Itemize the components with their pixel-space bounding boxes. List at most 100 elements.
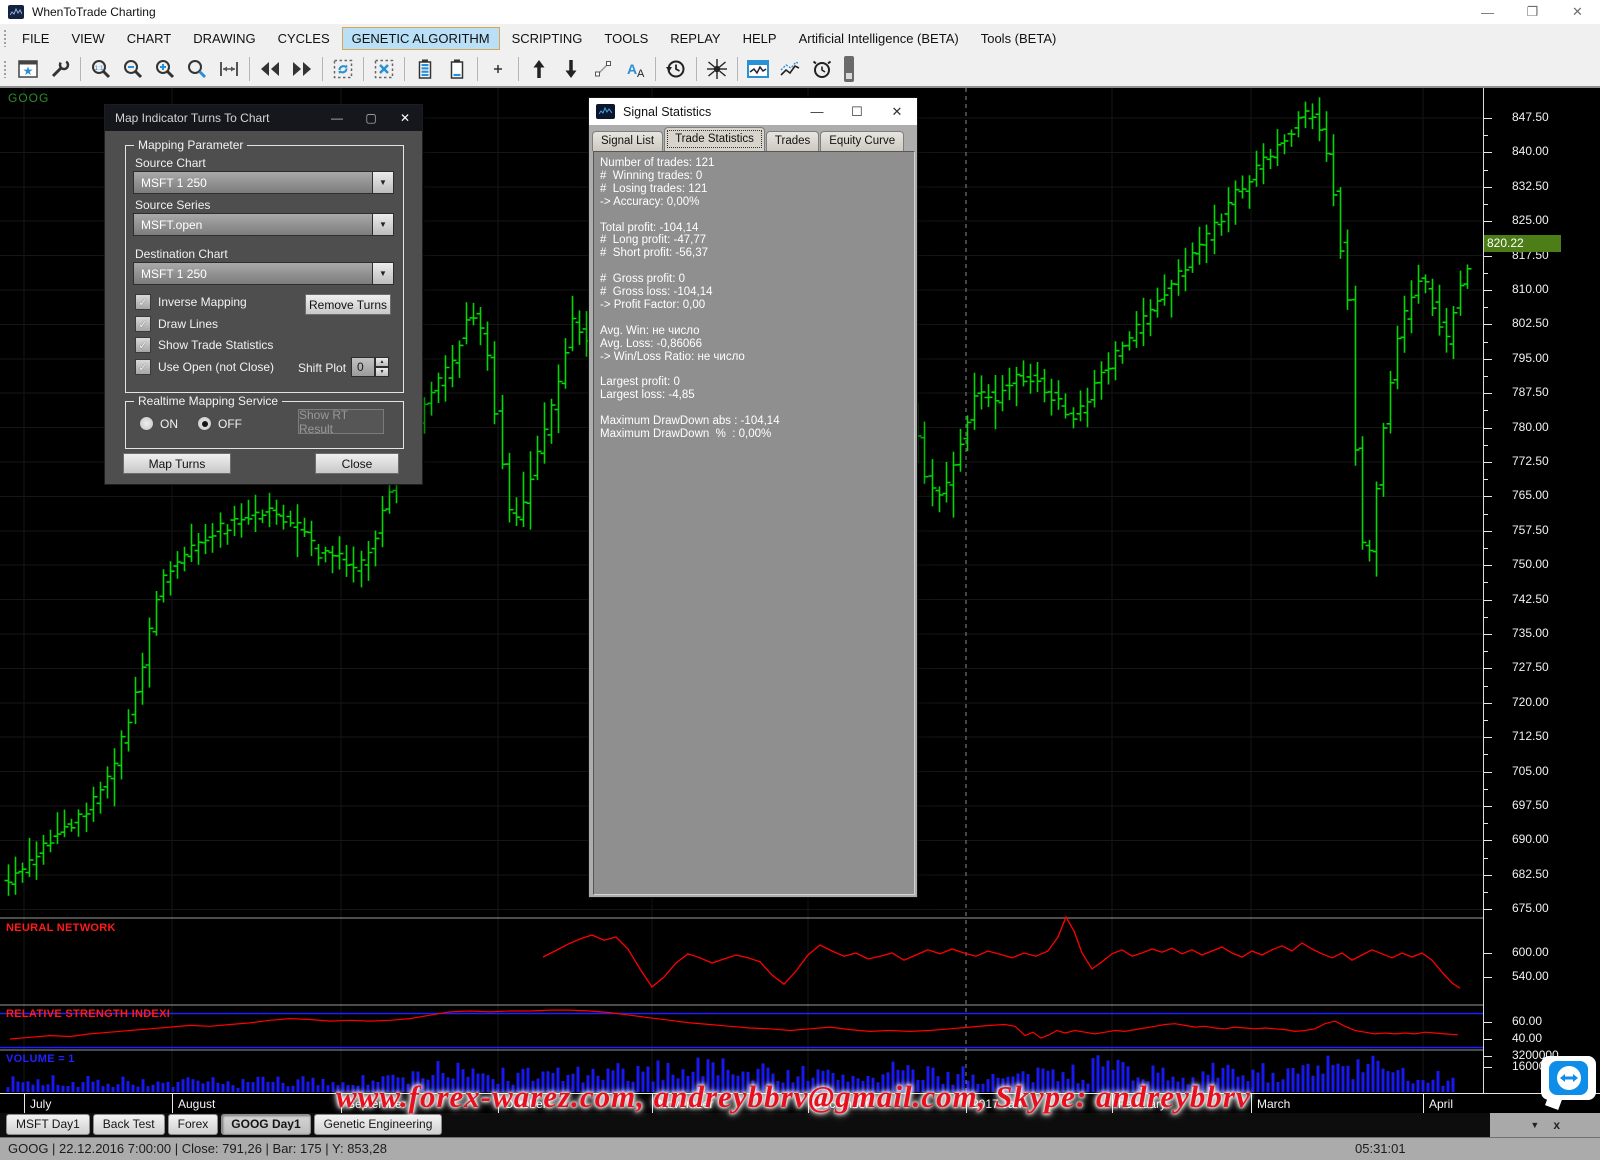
stat-line: -> Accuracy: 0,00% — [600, 196, 914, 209]
shift-plot-value[interactable]: 0 — [351, 357, 375, 377]
font-icon[interactable]: AA — [620, 56, 650, 82]
signal-dialog-titlebar[interactable]: Signal Statistics — ☐ ✕ — [589, 98, 917, 125]
signal-dialog-icon — [596, 104, 615, 119]
axis-label: 810.00 — [1512, 282, 1549, 296]
selection-delete-icon[interactable] — [369, 56, 399, 82]
menu-item[interactable]: CHART — [117, 27, 182, 50]
menu-item[interactable]: HELP — [733, 27, 787, 50]
toolbar-grip[interactable] — [3, 29, 8, 47]
wrench-icon[interactable] — [45, 56, 75, 82]
menu-item[interactable]: TOOLS — [594, 27, 658, 50]
battery-full-icon[interactable] — [410, 56, 440, 82]
stat-line: -> Win/Loss Ratio: не число — [600, 351, 914, 364]
search-icon[interactable] — [182, 56, 212, 82]
draw-line-icon[interactable] — [588, 56, 618, 82]
minimize-icon[interactable]: — — [1465, 0, 1510, 24]
tab-close-icon[interactable]: x — [1553, 1118, 1560, 1132]
shift-plot-down-icon[interactable]: ▼ — [375, 367, 389, 377]
menu-item[interactable]: CYCLES — [268, 27, 340, 50]
document-tab[interactable]: GOOG Day1 — [221, 1114, 310, 1135]
close-button[interactable]: Close — [315, 453, 399, 474]
signal-tab[interactable]: Trade Statistics — [664, 127, 765, 151]
document-tab[interactable]: Genetic Engineering — [314, 1114, 443, 1135]
menu-item[interactable]: FILE — [12, 27, 59, 50]
selection-refresh-icon[interactable] — [328, 56, 358, 82]
axis-tick — [1484, 875, 1492, 876]
equity-chart-icon[interactable] — [775, 56, 805, 82]
history-icon[interactable] — [661, 56, 691, 82]
month-label: April — [1429, 1097, 1453, 1111]
chart-panel-icon[interactable] — [743, 56, 773, 82]
destination-chart-dropdown-icon[interactable]: ▼ — [372, 263, 393, 284]
watermark-text: www.forex-warez.com, andreybbrv@gmail.co… — [336, 1079, 1251, 1115]
zoom-out-icon[interactable] — [118, 56, 148, 82]
remove-turns-button[interactable]: Remove Turns — [305, 294, 391, 315]
axis-tick — [1484, 307, 1488, 308]
map-turns-button[interactable]: Map Turns — [123, 453, 231, 474]
rt-on-radio[interactable]: ON — [139, 416, 178, 431]
zoom-actual-icon[interactable]: 1:1 — [86, 56, 116, 82]
fit-width-icon[interactable] — [214, 56, 244, 82]
axis-label: 847.50 — [1512, 110, 1549, 124]
signal-minimize-icon[interactable]: — — [797, 104, 837, 120]
menu-item[interactable]: Artificial Intelligence (BETA) — [789, 27, 969, 50]
fast-backward-icon[interactable] — [255, 56, 285, 82]
price-axis[interactable]: 847.50840.00832.50825.00817.50810.00802.… — [1483, 88, 1600, 1093]
signal-close-icon[interactable]: ✕ — [877, 104, 917, 120]
spider-icon[interactable] — [702, 56, 732, 82]
arrow-down-icon[interactable] — [556, 56, 586, 82]
inverse-mapping-checkbox[interactable]: ✓Inverse Mapping — [135, 294, 247, 310]
tab-list-dropdown-icon[interactable]: ▼ — [1530, 1120, 1539, 1130]
plus-icon[interactable] — [483, 56, 513, 82]
map-maximize-icon[interactable]: ▢ — [354, 111, 388, 125]
battery-empty-icon[interactable] — [442, 56, 472, 82]
document-tab[interactable]: Back Test — [93, 1114, 165, 1135]
source-series-dropdown-icon[interactable]: ▼ — [372, 214, 393, 235]
menu-item[interactable]: DRAWING — [183, 27, 265, 50]
signal-maximize-icon[interactable]: ☐ — [837, 104, 877, 120]
destination-chart-select[interactable]: MSFT 1 250 ▼ — [133, 262, 394, 285]
signal-tab[interactable]: Signal List — [592, 131, 663, 151]
signal-tab[interactable]: Equity Curve — [820, 131, 904, 151]
show-trade-statistics-checkbox[interactable]: ✓Show Trade Statistics — [135, 337, 273, 353]
map-close-icon[interactable]: ✕ — [388, 111, 422, 125]
alarm-clock-icon[interactable] — [807, 56, 837, 82]
destination-chart-label: Destination Chart — [135, 247, 228, 261]
source-series-select[interactable]: MSFT.open ▼ — [133, 213, 394, 236]
restore-icon[interactable]: ❐ — [1510, 0, 1555, 24]
source-chart-dropdown-icon[interactable]: ▼ — [372, 172, 393, 193]
chart-symbol-label: GOOG — [8, 91, 49, 105]
app-logo-icon — [8, 5, 24, 19]
rt-off-radio[interactable]: OFF — [197, 416, 242, 431]
toolbar-grip2[interactable] — [3, 60, 8, 78]
axis-label: 772.50 — [1512, 454, 1549, 468]
use-open-checkbox[interactable]: ✓Use Open (not Close) — [135, 359, 274, 375]
zoom-in-icon[interactable] — [150, 56, 180, 82]
source-chart-select[interactable]: MSFT 1 250 ▼ — [133, 171, 394, 194]
menu-item[interactable]: GENETIC ALGORITHM — [342, 27, 500, 50]
document-tab[interactable]: MSFT Day1 — [6, 1114, 90, 1135]
document-tab[interactable]: Forex — [168, 1114, 219, 1135]
toolbar-overflow-handle[interactable] — [844, 56, 854, 82]
remote-support-icon[interactable] — [1541, 1056, 1596, 1108]
signal-statistics-dialog: Signal Statistics — ☐ ✕ Signal ListTrade… — [588, 97, 918, 898]
axis-tick — [1484, 1067, 1492, 1068]
signal-tab[interactable]: Trades — [766, 131, 819, 151]
draw-lines-checkbox[interactable]: ✓Draw Lines — [135, 316, 218, 332]
map-dialog-titlebar[interactable]: Map Indicator Turns To Chart — ▢ ✕ — [105, 105, 422, 131]
close-icon[interactable]: ✕ — [1555, 0, 1600, 24]
axis-label: 690.00 — [1512, 832, 1549, 846]
shift-plot-stepper[interactable]: 0 ▲▼ — [351, 357, 389, 377]
shift-plot-up-icon[interactable]: ▲ — [375, 357, 389, 367]
menu-item[interactable]: REPLAY — [660, 27, 730, 50]
menu-item[interactable]: Tools (BETA) — [971, 27, 1067, 50]
new-chart-icon[interactable]: ★ — [13, 56, 43, 82]
menu-item[interactable]: SCRIPTING — [502, 27, 593, 50]
svg-text:★: ★ — [23, 64, 34, 78]
neural-network-label: NEURAL NETWORK — [6, 922, 116, 934]
show-rt-result-button[interactable]: Show RT Result — [298, 409, 384, 434]
fast-forward-icon[interactable] — [287, 56, 317, 82]
arrow-up-icon[interactable] — [524, 56, 554, 82]
menu-item[interactable]: VIEW — [61, 27, 114, 50]
map-minimize-icon[interactable]: — — [320, 111, 354, 125]
